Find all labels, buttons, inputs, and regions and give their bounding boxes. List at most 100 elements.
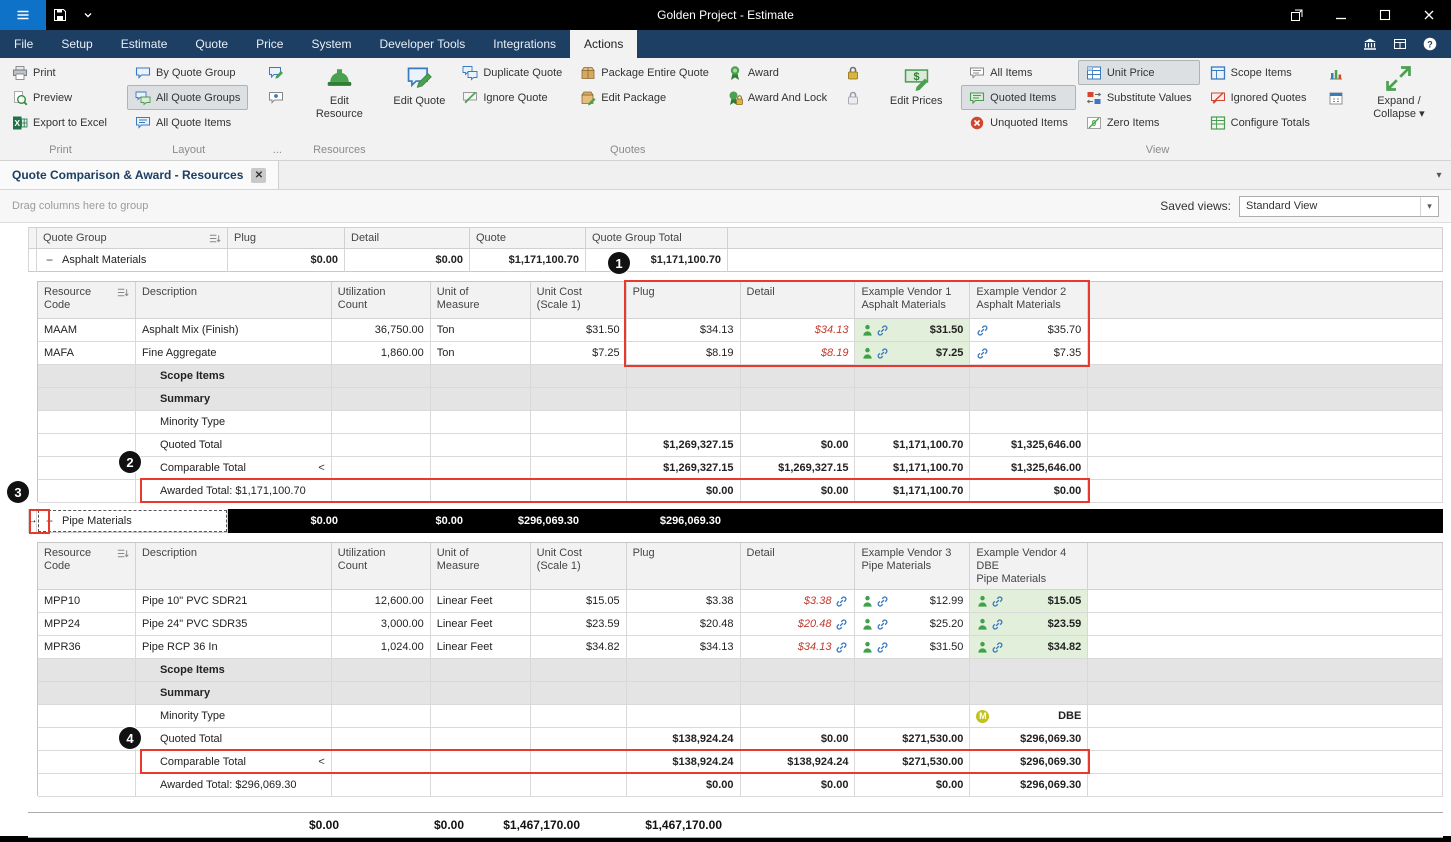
description-cell[interactable]: Pipe RCP 36 In bbox=[136, 636, 332, 659]
ribbon-item-all-quote-groups[interactable]: All Quote Groups bbox=[127, 85, 248, 110]
column-header-unit-cost[interactable]: Unit Cost(Scale 1) bbox=[531, 282, 627, 319]
collapse-button[interactable]: − bbox=[43, 254, 56, 267]
minimize-button[interactable] bbox=[1319, 0, 1363, 30]
column-header-quote-group-total[interactable]: Quote Group Total bbox=[586, 227, 728, 249]
menu-tab-integrations[interactable]: Integrations bbox=[479, 30, 570, 58]
estimate-home-button[interactable] bbox=[1355, 30, 1385, 58]
tab-quote-comparison[interactable]: Quote Comparison & Award - Resources ✕ bbox=[0, 161, 279, 189]
ribbon-item-unit-price[interactable]: Unit Price bbox=[1078, 60, 1200, 85]
combo-caret-icon[interactable]: ▾ bbox=[1420, 197, 1438, 216]
ribbon-item-scope-items[interactable]: Scope Items bbox=[1202, 60, 1318, 85]
column-header-plug[interactable]: Plug bbox=[228, 227, 345, 249]
menu-tab-actions[interactable]: Actions bbox=[570, 30, 637, 58]
detail-cell[interactable]: $3.38 bbox=[741, 590, 856, 613]
resource-code-cell[interactable]: MAFA bbox=[38, 342, 136, 365]
menu-tab-quote[interactable]: Quote bbox=[181, 30, 242, 58]
detail-cell[interactable]: $8.19 bbox=[741, 342, 856, 365]
ribbon-item-substitute-values[interactable]: Substitute Values bbox=[1078, 85, 1200, 110]
resource-code-cell[interactable]: MPP24 bbox=[38, 613, 136, 636]
column-header-detail[interactable]: Detail bbox=[345, 227, 470, 249]
tab-close-icon[interactable]: ✕ bbox=[251, 168, 266, 183]
save-button[interactable] bbox=[46, 0, 74, 30]
resource-code-cell[interactable]: MPP10 bbox=[38, 590, 136, 613]
column-header-plug[interactable]: Plug bbox=[627, 282, 741, 319]
ribbon-item-all-items[interactable]: All Items bbox=[961, 60, 1076, 85]
ribbon-item-award-and-lock[interactable]: Award And Lock bbox=[719, 85, 835, 110]
detail-cell[interactable]: $34.13 bbox=[741, 319, 856, 342]
menu-tab-system[interactable]: System bbox=[297, 30, 365, 58]
ribbon-button-edit-prices[interactable]: $Edit Prices bbox=[881, 60, 951, 108]
ribbon-item-chart[interactable] bbox=[1320, 60, 1352, 85]
ribbon-item-ignore-quote[interactable]: Ignore Quote bbox=[454, 85, 570, 110]
ribbon-item-bubble-single[interactable] bbox=[1444, 60, 1451, 85]
description-cell[interactable]: Pipe 10" PVC SDR21 bbox=[136, 590, 332, 613]
ribbon-item-award[interactable]: Award bbox=[719, 60, 835, 85]
column-header-unit-of[interactable]: Unit ofMeasure bbox=[431, 543, 531, 590]
column-header-detail[interactable]: Detail bbox=[741, 282, 856, 319]
saved-views-combobox[interactable]: Standard View ▾ bbox=[1239, 196, 1439, 217]
column-header-resource[interactable]: ResourceCode bbox=[38, 543, 136, 590]
column-header-resource[interactable]: ResourceCode bbox=[38, 282, 136, 319]
tab-list-dropdown[interactable]: ▾ bbox=[1427, 161, 1451, 189]
menu-tab-estimate[interactable]: Estimate bbox=[107, 30, 182, 58]
column-header-example-vendor-4[interactable]: Example Vendor 4DBEPipe Materials bbox=[970, 543, 1088, 590]
vendor-price-cell[interactable]: $23.59 bbox=[970, 613, 1088, 636]
vendor-price-cell[interactable]: $7.25 bbox=[855, 342, 970, 365]
column-header-example-vendor-3[interactable]: Example Vendor 3Pipe Materials bbox=[855, 543, 970, 590]
ribbon-item-edit-package[interactable]: Edit Package bbox=[572, 85, 717, 110]
description-cell[interactable]: Pipe 24" PVC SDR35 bbox=[136, 613, 332, 636]
column-header-unit-cost[interactable]: Unit Cost(Scale 1) bbox=[531, 543, 627, 590]
ribbon-item-duplicate-quote[interactable]: Duplicate Quote bbox=[454, 60, 570, 85]
vendor-price-cell[interactable]: $25.20 bbox=[855, 613, 970, 636]
app-menu-button[interactable] bbox=[0, 0, 46, 30]
help-button[interactable]: ? bbox=[1415, 30, 1445, 58]
menu-tab-developer-tools[interactable]: Developer Tools bbox=[365, 30, 479, 58]
ribbon-item-ignored-quotes[interactable]: Ignored Quotes bbox=[1202, 85, 1318, 110]
ribbon-item-person-caret[interactable] bbox=[1444, 85, 1451, 110]
ribbon-item-preview[interactable]: Preview bbox=[4, 85, 115, 110]
resource-code-cell[interactable]: MAAM bbox=[38, 319, 136, 342]
vendor-price-cell[interactable]: $34.82 bbox=[970, 636, 1088, 659]
ribbon-options-button[interactable] bbox=[1275, 0, 1319, 30]
ribbon-item-unquoted-items[interactable]: Unquoted Items bbox=[961, 110, 1076, 135]
vendor-price-cell[interactable]: $7.35 bbox=[970, 342, 1088, 365]
description-cell[interactable]: Asphalt Mix (Finish) bbox=[136, 319, 332, 342]
ribbon-item-bubble-edit[interactable] bbox=[260, 60, 292, 85]
detail-cell[interactable]: $20.48 bbox=[741, 613, 856, 636]
column-header-utilization[interactable]: UtilizationCount bbox=[332, 543, 431, 590]
maximize-button[interactable] bbox=[1363, 0, 1407, 30]
ribbon-button-edit-resource[interactable]: Edit Resource bbox=[304, 60, 374, 121]
column-header-detail[interactable]: Detail bbox=[741, 543, 856, 590]
ribbon-item-zero-items[interactable]: 0Zero Items bbox=[1078, 110, 1200, 135]
vendor-price-cell[interactable]: $35.70 bbox=[970, 319, 1088, 342]
column-header-example-vendor-2[interactable]: Example Vendor 2Asphalt Materials bbox=[970, 282, 1088, 319]
column-header-plug[interactable]: Plug bbox=[627, 543, 741, 590]
ribbon-button-edit-quote[interactable]: Edit Quote bbox=[384, 60, 454, 108]
column-header-example-vendor-1[interactable]: Example Vendor 1Asphalt Materials bbox=[855, 282, 970, 319]
menu-tab-file[interactable]: File bbox=[0, 30, 47, 58]
resource-code-cell[interactable]: MPR36 bbox=[38, 636, 136, 659]
ribbon-button-expand-collapse[interactable]: Expand / Collapse ▾ bbox=[1364, 60, 1434, 121]
ribbon-item-export-to-excel[interactable]: XExport to Excel bbox=[4, 110, 115, 135]
description-cell[interactable]: Fine Aggregate bbox=[136, 342, 332, 365]
vendor-price-cell[interactable]: $31.50 bbox=[855, 319, 970, 342]
column-header-description[interactable]: Description bbox=[136, 282, 332, 319]
window-layout-button[interactable] bbox=[1385, 30, 1415, 58]
ribbon-item-package-entire-quote[interactable]: Package Entire Quote bbox=[572, 60, 717, 85]
ribbon-item-bubble-eye[interactable] bbox=[260, 85, 292, 110]
ribbon-item-calendar[interactable] bbox=[1320, 85, 1352, 110]
column-header-description[interactable]: Description bbox=[136, 543, 332, 590]
column-header-quote[interactable]: Quote bbox=[470, 227, 586, 249]
ribbon-item-quoted-items[interactable]: Quoted Items bbox=[961, 85, 1076, 110]
ribbon-item-print[interactable]: Print bbox=[4, 60, 115, 85]
column-header-unit-of[interactable]: Unit ofMeasure bbox=[431, 282, 531, 319]
menu-tab-price[interactable]: Price bbox=[242, 30, 297, 58]
ribbon-item-lock-gray[interactable] bbox=[837, 85, 869, 110]
quote-group-cell[interactable]: −Pipe Materials bbox=[37, 509, 228, 533]
collapse-button[interactable]: − bbox=[43, 514, 56, 527]
quick-access-dropdown[interactable] bbox=[74, 0, 102, 30]
ribbon-item-all-quote-items[interactable]: All Quote Items bbox=[127, 110, 248, 135]
ribbon-item-lock-gold[interactable] bbox=[837, 60, 869, 85]
ribbon-item-configure-totals[interactable]: Configure Totals bbox=[1202, 110, 1318, 135]
detail-cell[interactable]: $34.13 bbox=[741, 636, 856, 659]
